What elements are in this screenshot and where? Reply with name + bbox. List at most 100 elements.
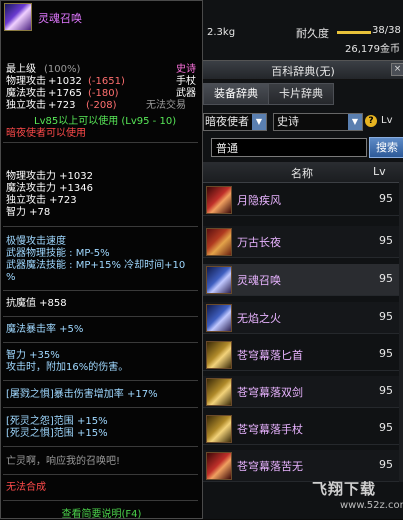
trade-status: 无法交易 xyxy=(146,100,186,111)
item-level: 95 xyxy=(379,458,393,471)
mag-atk-value: +1765 xyxy=(48,88,82,99)
phys-atk-diff: (-1651) xyxy=(88,76,125,87)
attack-speed: 极慢攻击速度 xyxy=(6,236,66,247)
item-name: 苍穹幕落苦无 xyxy=(237,460,303,473)
divider xyxy=(3,142,198,143)
search-input-value: 普通 xyxy=(216,142,238,155)
divider xyxy=(3,380,198,381)
set-bonus: [屠戮之惧]暴击伤害增加率 +17% xyxy=(6,389,158,400)
item-weight: 2.3kg xyxy=(207,27,236,38)
item-level: 95 xyxy=(379,384,393,397)
ind-atk-label: 独立攻击 xyxy=(6,100,46,111)
grade-percent: (100%) xyxy=(44,64,81,75)
chevron-down-icon[interactable]: ▼ xyxy=(348,114,362,130)
chevron-down-icon[interactable]: ▼ xyxy=(252,114,266,130)
item-level: 95 xyxy=(379,421,393,434)
list-item[interactable]: 万古长夜 95 xyxy=(203,226,403,258)
search-input[interactable]: 普通 xyxy=(211,138,367,157)
stat-line: 魔法攻击力 +1346 xyxy=(6,183,94,194)
list-item-selected[interactable]: 灵魂召唤 95 xyxy=(203,264,403,296)
list-header: 名称 Lv xyxy=(203,162,403,183)
item-level: 95 xyxy=(379,272,393,285)
item-level: 95 xyxy=(379,310,393,323)
watermark-text: 飞翔下载 xyxy=(312,480,377,498)
item-name: 月隐疾风 xyxy=(237,194,281,207)
dictionary-title-bar[interactable]: 百科辞典(无) xyxy=(203,60,403,80)
view-summary-link[interactable]: 查看简要说明(F4) xyxy=(0,505,203,520)
durability-label: 耐久度 xyxy=(296,27,329,40)
weapon-type: 手杖 xyxy=(176,76,196,87)
weapon-skill-mag-cont: % xyxy=(6,272,16,283)
weapon-icon xyxy=(206,186,232,214)
item-name: 灵魂召唤 xyxy=(237,274,281,287)
level-requirement: Lv85以上可以使用 (Lv95 - 10) xyxy=(34,116,177,127)
extra-damage: 攻击时，附加16%的伤害。 xyxy=(6,362,129,373)
divider xyxy=(3,446,198,447)
item-category: 武器 xyxy=(176,88,196,99)
dictionary-title: 百科辞典(无) xyxy=(271,65,335,78)
item-name: 苍穹幕落双剑 xyxy=(237,386,303,399)
item-name: 万古长夜 xyxy=(237,236,281,249)
weapon-icon xyxy=(206,228,232,256)
rarity-label: 史诗 xyxy=(176,64,196,75)
mag-atk-diff: (-180) xyxy=(88,88,119,99)
close-icon[interactable]: × xyxy=(391,63,403,76)
unsynthesizable: 无法合成 xyxy=(6,482,46,493)
rarity-filter-value: 史诗 xyxy=(277,115,299,128)
weapon-icon xyxy=(206,452,232,480)
site-watermark: 飞翔下载 www.52z.com xyxy=(310,478,403,516)
divider xyxy=(3,500,198,501)
divider xyxy=(3,407,198,408)
item-name: 无焰之火 xyxy=(237,312,281,325)
weapon-icon xyxy=(206,378,232,406)
ind-atk-diff: (-208) xyxy=(86,100,117,111)
list-item[interactable]: 苍穹幕落双剑 95 xyxy=(203,376,403,408)
item-name: 苍穹幕落手杖 xyxy=(237,423,303,436)
list-item[interactable]: 苍穹幕落匕首 95 xyxy=(203,339,403,371)
weapon-icon xyxy=(206,415,232,443)
divider xyxy=(3,342,198,343)
watermark-url: www.52z.com xyxy=(340,500,403,511)
phys-atk-label: 物理攻击 xyxy=(6,76,46,87)
magic-resist: 抗魔值 +858 xyxy=(6,298,67,309)
weapon-icon xyxy=(206,304,232,332)
weapon-skill-mag: 武器魔法技能 : MP+15% 冷却时间+10 xyxy=(6,260,186,271)
search-button[interactable]: 搜索 xyxy=(369,137,403,158)
level-filter-label[interactable]: Lv xyxy=(381,115,393,126)
weapon-skill-phys: 武器物理技能 : MP-5% xyxy=(6,248,110,259)
divider xyxy=(3,226,198,227)
skill-range: [死灵之怨]范围 +15% xyxy=(6,416,108,427)
skill-range: [死灵之惧]范围 +15% xyxy=(6,428,108,439)
class-filter-value: 暗夜使者 xyxy=(205,115,249,128)
durability-bar xyxy=(337,31,371,34)
grade-label: 最上级 xyxy=(6,64,36,75)
magic-crit: 魔法暴击率 +5% xyxy=(6,324,84,335)
list-scrollbar[interactable] xyxy=(399,182,403,482)
column-level-header: Lv xyxy=(373,165,386,178)
divider xyxy=(3,474,198,475)
tooltip-title: 灵魂召唤 xyxy=(38,12,82,25)
help-icon[interactable]: ? xyxy=(365,115,377,127)
durability-value: 38/38 xyxy=(372,25,401,36)
staff-icon xyxy=(4,3,32,31)
phys-atk-value: +1032 xyxy=(48,76,82,87)
divider xyxy=(3,316,198,317)
tab-card-dictionary[interactable]: 卡片辞典 xyxy=(268,83,334,105)
rarity-filter-select[interactable]: 史诗 ▼ xyxy=(273,113,363,131)
stat-line: 智力 +78 xyxy=(6,207,51,218)
list-item[interactable]: 苍穹幕落手杖 95 xyxy=(203,413,403,445)
class-filter-select[interactable]: 暗夜使者 ▼ xyxy=(203,113,267,131)
ind-atk-value: +723 xyxy=(48,100,76,111)
item-name: 苍穹幕落匕首 xyxy=(237,349,303,362)
tab-equipment-dictionary[interactable]: 装备辞典 xyxy=(203,83,269,105)
list-item[interactable]: 月隐疾风 95 xyxy=(203,184,403,216)
list-item[interactable]: 无焰之火 95 xyxy=(203,302,403,334)
flavor-text: 亡灵啊，响应我的召唤吧! xyxy=(6,456,121,467)
int-bonus: 智力 +35% xyxy=(6,350,60,361)
class-requirement: 暗夜使者可以使用 xyxy=(6,128,86,139)
gold-amount: 26,179金币 xyxy=(345,44,400,55)
weapon-icon xyxy=(206,341,232,369)
weapon-icon xyxy=(206,266,232,294)
item-level: 95 xyxy=(379,234,393,247)
column-name-header: 名称 xyxy=(291,167,313,180)
